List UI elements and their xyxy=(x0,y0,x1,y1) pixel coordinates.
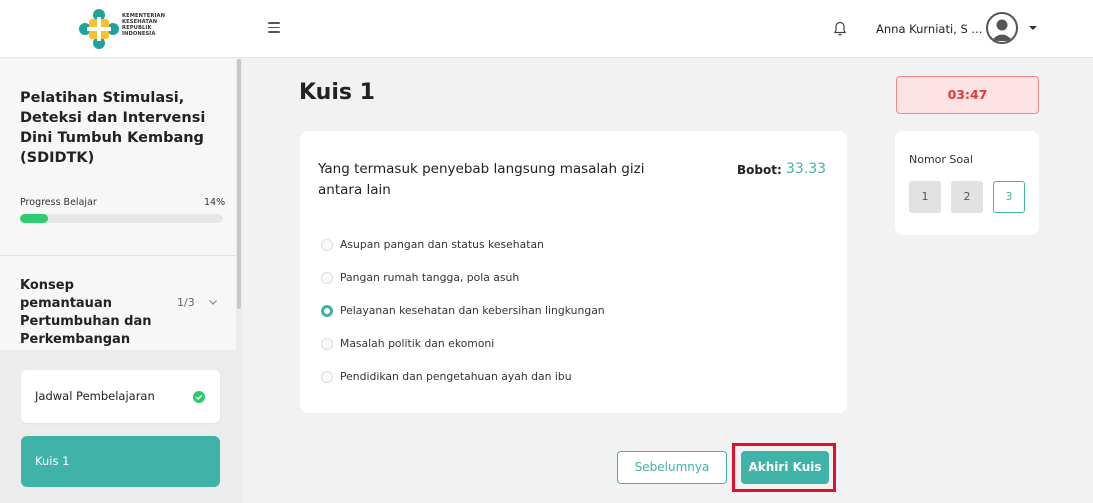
question-number-button-current[interactable]: 3 xyxy=(993,181,1025,213)
kemenkes-logo-mark-icon xyxy=(79,9,119,49)
weight-label: Bobot: xyxy=(737,163,782,177)
question-text: Yang termasuk penyebab langsung masalah … xyxy=(318,161,645,198)
check-circle-icon xyxy=(193,391,205,403)
option-label: Pangan rumah tangga, pola asuh xyxy=(340,271,520,284)
lesson-label: Kuis 1 xyxy=(35,454,70,468)
weight-value: 33.33 xyxy=(786,161,827,177)
question-card: Yang termasuk penyebab langsung masalah … xyxy=(300,131,847,413)
sidebar-scrollbar[interactable] xyxy=(237,59,241,309)
countdown-timer: 03:47 xyxy=(896,76,1039,114)
navigator-title: Nomor Soal xyxy=(909,153,973,166)
option-label: Pelayanan kesehatan dan kebersihan lingk… xyxy=(340,304,605,317)
question-navigator: Nomor Soal 1 2 3 xyxy=(895,131,1039,235)
caret-down-icon[interactable] xyxy=(1028,24,1038,32)
user-name[interactable]: Anna Kurniati, S ... xyxy=(876,22,982,36)
radio-button[interactable] xyxy=(321,239,333,251)
avatar-icon[interactable] xyxy=(986,12,1018,44)
radio-button[interactable] xyxy=(321,272,333,284)
progress-label: Progress Belajar xyxy=(20,197,97,208)
option-label: Asupan pangan dan status kesehatan xyxy=(340,238,544,251)
quiz-title: Kuis 1 xyxy=(299,80,375,105)
sidebar-divider xyxy=(0,255,236,256)
radio-button[interactable] xyxy=(321,371,333,383)
kemenkes-logo: KEMENTERIAN KESEHATAN REPUBLIK INDONESIA xyxy=(79,9,179,49)
person-icon xyxy=(991,19,1013,41)
radio-button[interactable] xyxy=(321,338,333,350)
bell-icon[interactable] xyxy=(833,21,847,37)
progress-bar xyxy=(20,214,223,223)
radio-button-selected[interactable] xyxy=(321,305,333,317)
previous-button[interactable]: Sebelumnya xyxy=(617,451,727,484)
lesson-item-jadwal[interactable]: Jadwal Pembelajaran xyxy=(21,370,220,423)
option-label: Masalah politik dan ekomoni xyxy=(340,337,495,350)
course-title: Pelatihan Stimulasi, Deteksi dan Interve… xyxy=(20,90,206,166)
lesson-label: Jadwal Pembelajaran xyxy=(35,389,155,403)
top-header: KEMENTERIAN KESEHATAN REPUBLIK INDONESIA… xyxy=(0,0,1093,58)
menu-icon[interactable] xyxy=(268,22,280,34)
question-number-button[interactable]: 2 xyxy=(951,181,983,213)
progress-percent: 14% xyxy=(204,197,226,208)
question-number-button[interactable]: 1 xyxy=(909,181,941,213)
module-count: 1/3 xyxy=(177,296,195,309)
logo-text: KEMENTERIAN KESEHATAN REPUBLIK INDONESIA xyxy=(122,13,165,37)
progress-bar-fill xyxy=(20,214,49,223)
option-label: Pendidikan dan pengetahuan ayah dan ibu xyxy=(340,370,572,383)
lesson-item-kuis-1[interactable]: Kuis 1 xyxy=(21,436,220,487)
finish-quiz-button[interactable]: Akhiri Kuis xyxy=(741,451,829,484)
chevron-down-icon[interactable] xyxy=(208,297,218,307)
logo-line: INDONESIA xyxy=(122,31,156,37)
